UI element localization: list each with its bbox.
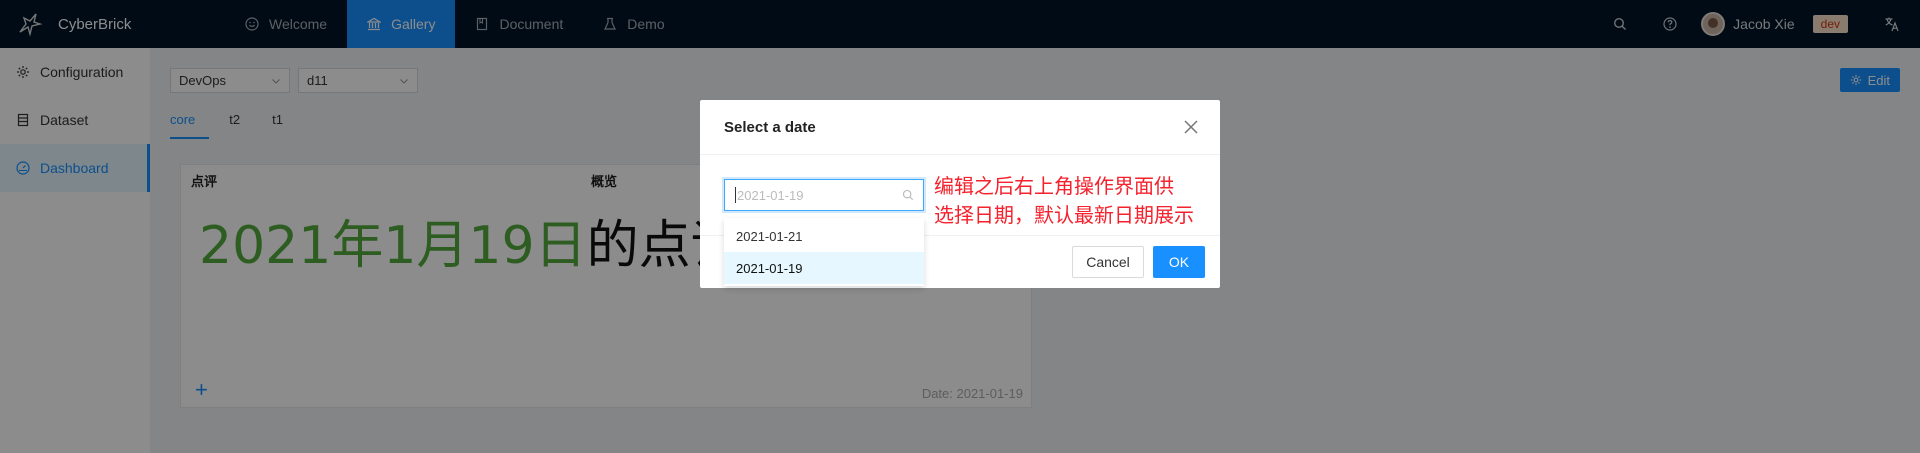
ok-button[interactable]: OK <box>1153 246 1205 278</box>
text-caret <box>735 187 736 203</box>
date-option-selected[interactable]: 2021-01-19 <box>724 252 924 284</box>
date-select-placeholder: 2021-01-19 <box>737 187 804 203</box>
annotation-text: 编辑之后右上角操作界面供 选择日期，默认最新日期展示 <box>934 172 1194 230</box>
modal-title: Select a date <box>724 118 816 136</box>
search-icon <box>902 189 914 201</box>
modal-header: Select a date <box>700 100 1220 155</box>
date-select-input[interactable]: 2021-01-19 <box>724 179 924 211</box>
date-options-dropdown: 2021-01-21 2021-01-19 <box>724 218 924 286</box>
annotation-line: 选择日期，默认最新日期展示 <box>934 203 1194 227</box>
annotation-line: 编辑之后右上角操作界面供 <box>934 174 1174 198</box>
date-option[interactable]: 2021-01-21 <box>724 220 924 252</box>
close-icon[interactable] <box>1182 118 1200 136</box>
cancel-button[interactable]: Cancel <box>1072 246 1144 278</box>
